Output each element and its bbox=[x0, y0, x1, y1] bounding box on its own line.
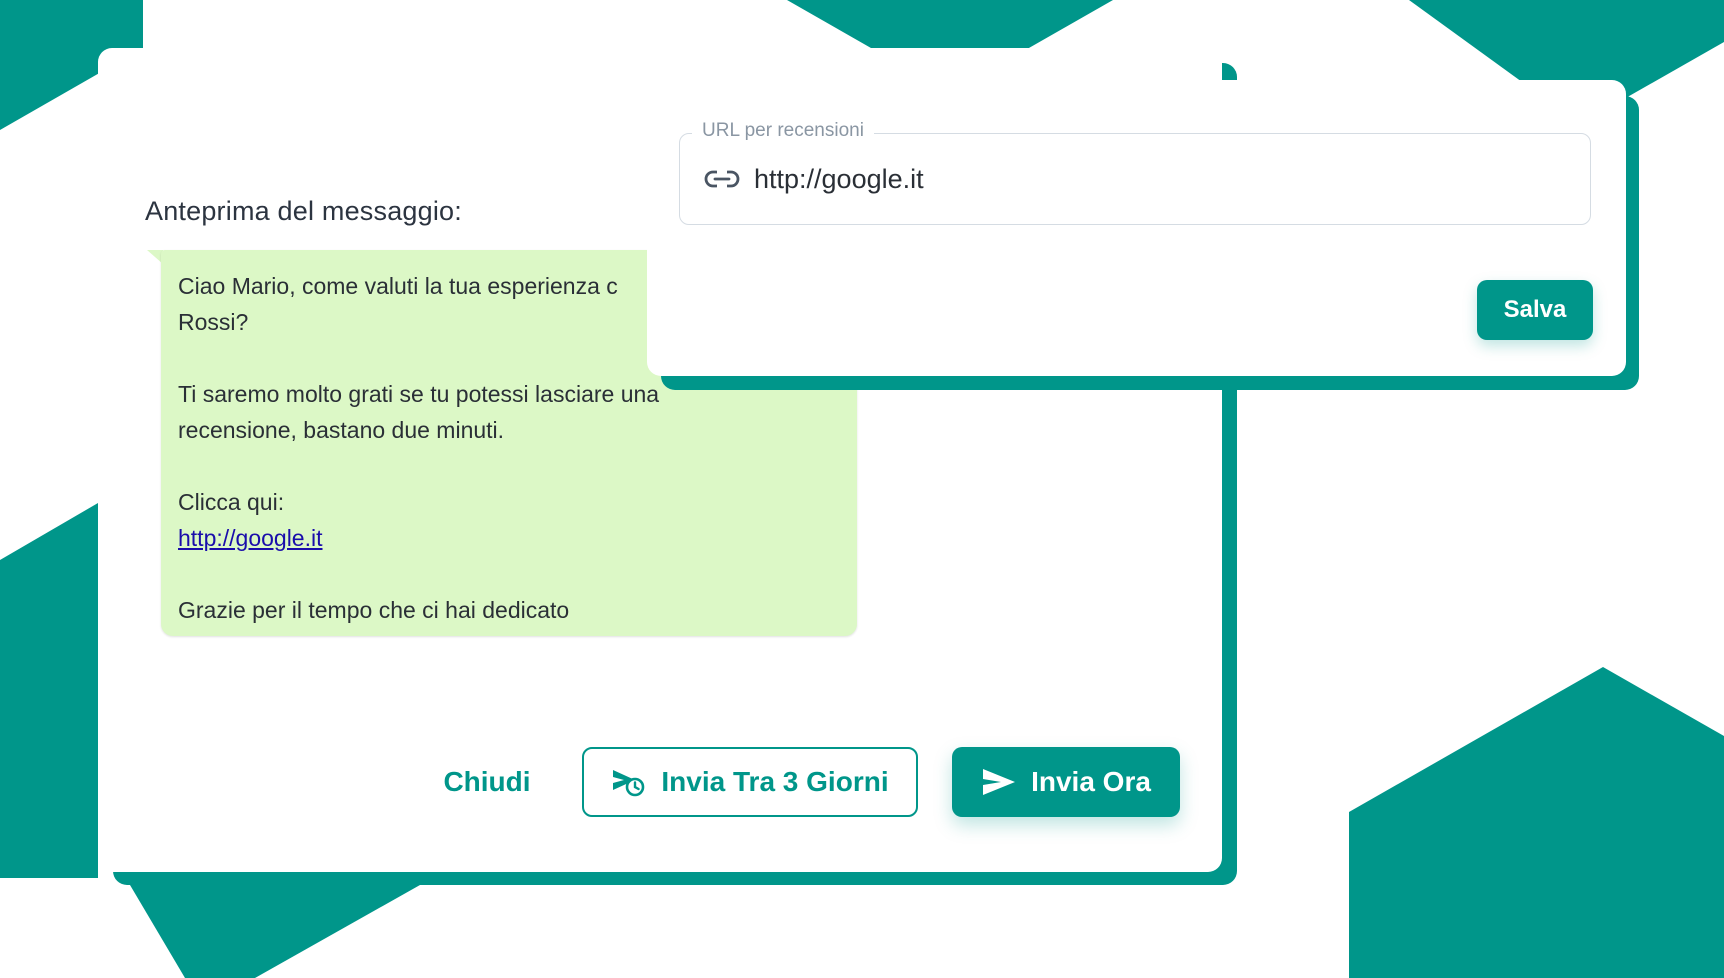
message-closing: Grazie per il tempo che ci hai dedicato bbox=[178, 597, 570, 623]
send-in-3-days-button[interactable]: Invia Tra 3 Giorni bbox=[582, 747, 918, 817]
scheduled-send-icon bbox=[611, 766, 647, 798]
send-now-button[interactable]: Invia Ora bbox=[952, 747, 1180, 817]
message-body-line: recensione, bastano due minuti. bbox=[178, 417, 505, 443]
preview-title: Anteprima del messaggio: bbox=[145, 196, 462, 226]
link-icon bbox=[704, 164, 740, 194]
save-button[interactable]: Salva bbox=[1477, 280, 1593, 340]
review-url-input[interactable] bbox=[754, 160, 1554, 198]
message-cta: Clicca qui: bbox=[178, 489, 285, 515]
hexagon-bottom-right bbox=[1349, 667, 1724, 978]
send-now-label: Invia Ora bbox=[1031, 766, 1151, 797]
review-url-label: URL per recensioni bbox=[692, 120, 874, 142]
hexagon-bottom-left bbox=[130, 885, 420, 978]
close-button[interactable]: Chiudi bbox=[426, 752, 548, 812]
review-link[interactable]: http://google.it bbox=[178, 520, 838, 556]
hexagon-left bbox=[0, 503, 98, 878]
send-icon bbox=[981, 767, 1017, 797]
send-in-3-days-label: Invia Tra 3 Giorni bbox=[661, 766, 889, 797]
